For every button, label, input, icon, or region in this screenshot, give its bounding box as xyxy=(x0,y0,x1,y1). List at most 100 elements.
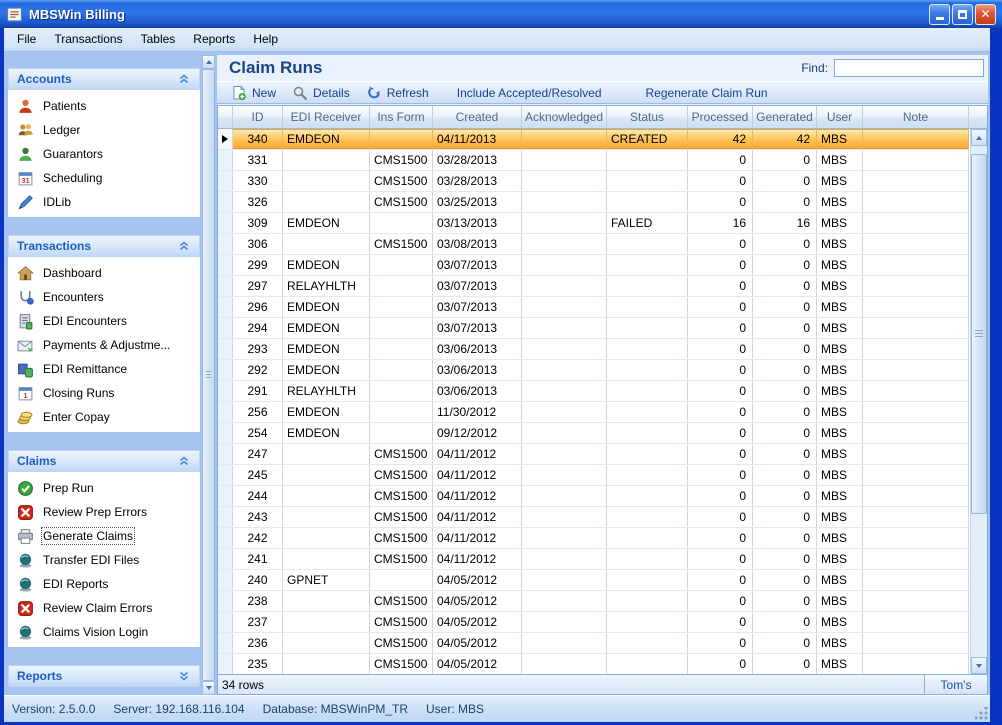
scroll-down-arrow[interactable] xyxy=(202,681,215,695)
toolbar-button-regenerate-claim-run[interactable]: Regenerate Claim Run xyxy=(638,83,776,103)
menu-item-reports[interactable]: Reports xyxy=(184,28,244,51)
row-marker xyxy=(218,297,233,317)
table-row[interactable]: 247CMS150004/11/201200MBS xyxy=(218,444,970,465)
column-header-status[interactable]: Status xyxy=(607,106,688,128)
grid-scroll-down-arrow[interactable] xyxy=(971,657,987,674)
cell-ins-form xyxy=(370,381,433,401)
find-input[interactable] xyxy=(834,59,984,77)
table-row[interactable]: 243CMS150004/11/201200MBS xyxy=(218,507,970,528)
column-header-note[interactable]: Note xyxy=(863,106,969,128)
table-row[interactable]: 245CMS150004/11/201200MBS xyxy=(218,465,970,486)
menu-item-help[interactable]: Help xyxy=(244,28,287,51)
grid-scrollbar-thumb[interactable] xyxy=(971,154,987,514)
cell-processed: 0 xyxy=(688,276,753,296)
scroll-up-arrow[interactable] xyxy=(202,55,215,69)
table-row[interactable]: 309EMDEON03/13/2013FAILED1616MBS xyxy=(218,213,970,234)
table-row[interactable]: 296EMDEON03/07/201300MBS xyxy=(218,297,970,318)
column-header-generated[interactable]: Generated xyxy=(753,106,817,128)
table-row[interactable]: 237CMS150004/05/201200MBS xyxy=(218,612,970,633)
sidebar-item-edi-encounters[interactable]: EDI Encounters xyxy=(8,309,200,333)
table-row[interactable]: 297RELAYHLTH03/07/201300MBS xyxy=(218,276,970,297)
table-row[interactable]: 256EMDEON11/30/201200MBS xyxy=(218,402,970,423)
chevron-up-icon[interactable] xyxy=(177,454,191,468)
column-header-id[interactable]: ID xyxy=(233,106,283,128)
table-row[interactable]: 254EMDEON09/12/201200MBS xyxy=(218,423,970,444)
cell-ins-form: CMS1500 xyxy=(370,591,433,611)
column-header-edi-receiver[interactable]: EDI Receiver xyxy=(283,106,370,128)
sidebar-item-scheduling[interactable]: 31Scheduling xyxy=(8,166,200,190)
sidebar-item-label: Transfer EDI Files xyxy=(43,553,139,567)
chevron-up-icon[interactable] xyxy=(177,239,191,253)
sidebar-item-edi-remittance[interactable]: EDI Remittance xyxy=(8,357,200,381)
column-header-processed[interactable]: Processed xyxy=(688,106,753,128)
sidebar-item-enter-copay[interactable]: Enter Copay xyxy=(8,405,200,429)
table-row[interactable]: 330CMS150003/28/201300MBS xyxy=(218,171,970,192)
table-row[interactable]: 291RELAYHLTH03/06/201300MBS xyxy=(218,381,970,402)
sidebar-item-review-prep-errors[interactable]: Review Prep Errors xyxy=(8,500,200,524)
table-row[interactable]: 242CMS150004/11/201200MBS xyxy=(218,528,970,549)
cell-generated: 0 xyxy=(753,591,817,611)
table-row[interactable]: 235CMS150004/05/201200MBS xyxy=(218,654,970,674)
sidebar-item-payments-adjustme[interactable]: Payments & Adjustme... xyxy=(8,333,200,357)
sidebar-item-label: Enter Copay xyxy=(43,410,110,424)
column-header-ins-form[interactable]: Ins Form xyxy=(370,106,433,128)
sidebar-scrollbar[interactable] xyxy=(202,55,215,695)
grid-scrollbar[interactable] xyxy=(970,129,987,674)
table-row[interactable]: 236CMS150004/05/201200MBS xyxy=(218,633,970,654)
table-row[interactable]: 238CMS150004/05/201200MBS xyxy=(218,591,970,612)
sidebar-item-idlib[interactable]: IDLib xyxy=(8,190,200,214)
sidebar-item-ledger[interactable]: Ledger xyxy=(8,118,200,142)
sidebar-item-review-claim-errors[interactable]: Review Claim Errors xyxy=(8,596,200,620)
column-header-user[interactable]: User xyxy=(817,106,863,128)
minimize-button[interactable] xyxy=(929,4,950,25)
toolbar-button-include-accepted-resolved[interactable]: Include Accepted/Resolved xyxy=(449,83,610,103)
sidebar-item-dashboard[interactable]: Dashboard xyxy=(8,261,200,285)
cell-ins-form: CMS1500 xyxy=(370,234,433,254)
table-row[interactable]: 240GPNET04/05/201200MBS xyxy=(218,570,970,591)
table-row[interactable]: 244CMS150004/11/201200MBS xyxy=(218,486,970,507)
table-row[interactable]: 292EMDEON03/06/201300MBS xyxy=(218,360,970,381)
resize-grip[interactable] xyxy=(975,707,988,720)
chevron-up-icon[interactable] xyxy=(177,72,191,86)
sidebar-item-transfer-edi-files[interactable]: Transfer EDI Files xyxy=(8,548,200,572)
menu-item-tables[interactable]: Tables xyxy=(132,28,185,51)
table-row[interactable]: 293EMDEON03/06/201300MBS xyxy=(218,339,970,360)
column-header-created[interactable]: Created xyxy=(433,106,522,128)
toolbar-button-refresh[interactable]: Refresh xyxy=(358,83,437,103)
menu-item-file[interactable]: File xyxy=(8,28,45,51)
maximize-button[interactable] xyxy=(952,4,973,25)
user-button[interactable]: Tom's xyxy=(924,674,988,695)
table-row[interactable]: 299EMDEON03/07/201300MBS xyxy=(218,255,970,276)
section-header-transactions[interactable]: Transactions xyxy=(8,235,200,257)
grid-scroll-up-arrow[interactable] xyxy=(971,129,987,146)
table-row[interactable]: 306CMS150003/08/201300MBS xyxy=(218,234,970,255)
cell-created: 03/13/2013 xyxy=(433,213,522,233)
sidebar-item-generate-claims[interactable]: Generate Claims xyxy=(8,524,200,548)
sidebar-item-prep-run[interactable]: Prep Run xyxy=(8,476,200,500)
table-row[interactable]: 241CMS150004/11/201200MBS xyxy=(218,549,970,570)
sidebar-item-patients[interactable]: Patients xyxy=(8,94,200,118)
table-row[interactable]: 340EMDEON04/11/2013CREATED4242MBS xyxy=(218,129,970,150)
sidebar-item-claims-vision-login[interactable]: Claims Vision Login xyxy=(8,620,200,644)
close-button[interactable]: ✕ xyxy=(975,4,996,25)
toolbar-button-new[interactable]: New xyxy=(223,83,284,103)
scrollbar-thumb[interactable] xyxy=(202,69,215,681)
sidebar-item-guarantors[interactable]: Guarantors xyxy=(8,142,200,166)
sidebar-item-edi-reports[interactable]: EDI Reports xyxy=(8,572,200,596)
table-row[interactable]: 326CMS150003/25/201300MBS xyxy=(218,192,970,213)
title-bar[interactable]: MBSWin Billing ✕ xyxy=(0,0,1002,28)
chevron-down-icon[interactable] xyxy=(177,669,191,683)
section-header-claims[interactable]: Claims xyxy=(8,450,200,472)
section-header-accounts[interactable]: Accounts xyxy=(8,68,200,90)
toolbar-button-details[interactable]: Details xyxy=(284,83,358,103)
table-row[interactable]: 294EMDEON03/07/201300MBS xyxy=(218,318,970,339)
sidebar-item-encounters[interactable]: Encounters xyxy=(8,285,200,309)
column-header-acknowledged[interactable]: Acknowledged xyxy=(522,106,607,128)
section-header-reports[interactable]: Reports xyxy=(8,665,200,687)
row-marker xyxy=(218,402,233,422)
cell-note xyxy=(863,255,969,275)
menu-item-transactions[interactable]: Transactions xyxy=(45,28,131,51)
sidebar-item-closing-runs[interactable]: 1Closing Runs xyxy=(8,381,200,405)
table-row[interactable]: 331CMS150003/28/201300MBS xyxy=(218,150,970,171)
cell-generated: 0 xyxy=(753,381,817,401)
